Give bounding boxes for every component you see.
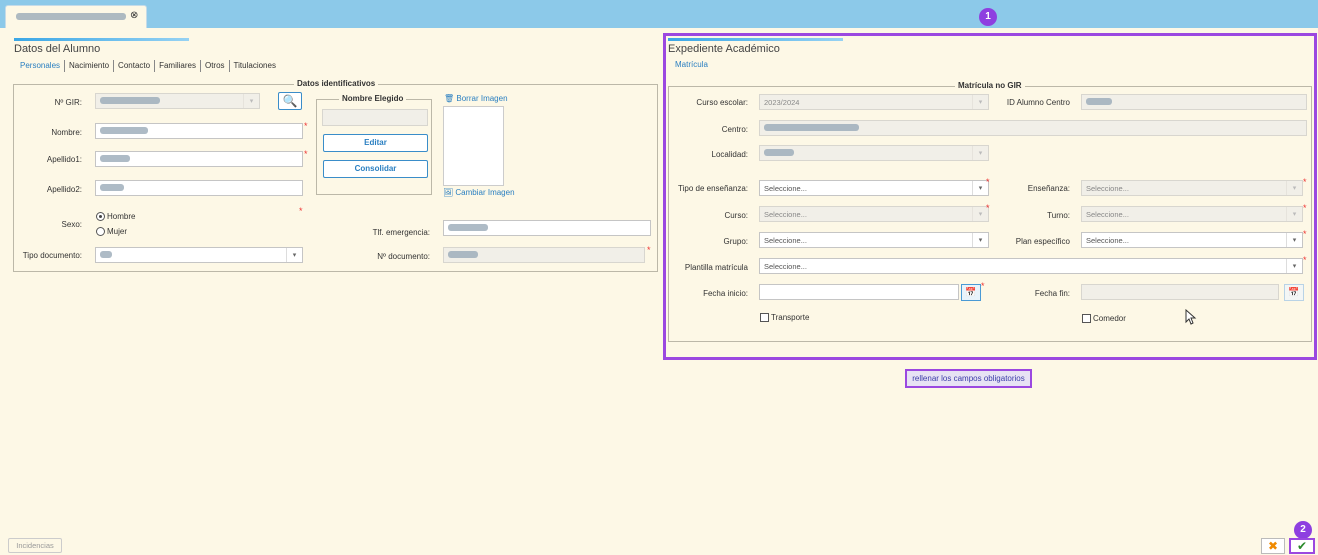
incidencias-button[interactable]: Incidencias xyxy=(8,538,62,553)
tab-matricula[interactable]: Matrícula xyxy=(675,60,708,69)
trash-icon: 🗑 xyxy=(444,94,455,103)
tab-familiares[interactable]: Familiares xyxy=(159,61,196,70)
id-alumno-label: ID Alumno Centro xyxy=(1006,98,1070,107)
tab-nacimiento[interactable]: Nacimiento xyxy=(69,61,109,70)
curso-select[interactable]: Seleccione... ▾ xyxy=(759,206,989,222)
left-tabs: Personales Nacimiento Contacto Familiares Ot… xyxy=(20,60,276,72)
left-panel-title: Datos del Alumno xyxy=(14,43,101,55)
curso-escolar-select[interactable]: 2023/2024 ▾ xyxy=(759,94,989,110)
sexo-mujer-radio[interactable]: Mujer xyxy=(96,227,127,237)
required-marker: * xyxy=(981,281,985,291)
plantilla-matricula-label: Plantilla matrícula xyxy=(684,263,748,272)
consolidar-button[interactable]: Consolidar xyxy=(323,160,428,178)
required-marker: * xyxy=(986,177,990,187)
num-documento-field[interactable] xyxy=(443,247,645,263)
apellido1-label: Apellido1: xyxy=(46,155,82,164)
step-badge-1: 1 xyxy=(979,8,997,26)
transporte-checkbox[interactable]: Transporte xyxy=(760,313,809,323)
nombre-field[interactable] xyxy=(95,123,303,139)
tipo-ensenanza-select[interactable]: Seleccione... ▾ xyxy=(759,180,989,196)
tipo-ensenanza-label: Tipo de enseñanza: xyxy=(678,184,748,193)
nombre-elegido-field[interactable] xyxy=(322,109,428,126)
sexo-hombre-radio[interactable]: Hombre xyxy=(96,212,135,222)
required-marker: * xyxy=(304,121,308,131)
centro-label: Centro: xyxy=(721,125,748,134)
step-badge-2: 2 xyxy=(1294,521,1312,539)
tab-titulaciones[interactable]: Titulaciones xyxy=(234,61,276,70)
mouse-cursor-icon xyxy=(1185,308,1197,327)
gir-label: Nº GIR: xyxy=(54,98,82,107)
required-marker: * xyxy=(1303,177,1307,187)
required-marker: * xyxy=(299,206,303,216)
check-icon: ✔ xyxy=(1296,539,1308,553)
turno-select[interactable]: Seleccione... ▾ xyxy=(1081,206,1303,222)
fecha-inicio-label: Fecha inicio: xyxy=(703,289,748,298)
tlf-emergencia-label: Tlf. emergencia: xyxy=(372,228,430,237)
localidad-select[interactable]: ▾ xyxy=(759,145,989,161)
fecha-inicio-field[interactable] xyxy=(759,284,959,300)
required-marker: * xyxy=(1303,229,1307,239)
tab-personales[interactable]: Personales xyxy=(20,61,60,70)
gir-select[interactable]: ▾ xyxy=(95,93,260,109)
cancel-button[interactable]: ✖ xyxy=(1261,538,1285,554)
comedor-checkbox[interactable]: Comedor xyxy=(1082,314,1126,324)
editar-button[interactable]: Editar xyxy=(323,134,428,152)
tlf-emergencia-field[interactable] xyxy=(443,220,651,236)
tab-contacto[interactable]: Contacto xyxy=(118,61,150,70)
tipo-documento-label: Tipo documento: xyxy=(22,251,82,260)
ensenanza-label: Enseñanza: xyxy=(1027,184,1070,193)
student-tab[interactable]: ⊗ xyxy=(5,5,147,28)
curso-escolar-label: Curso escolar: xyxy=(696,98,748,107)
right-panel-accent xyxy=(668,38,843,41)
calendar-icon[interactable]: 📅 xyxy=(961,284,981,301)
localidad-label: Localidad: xyxy=(711,150,748,159)
turno-label: Turno: xyxy=(1047,211,1070,220)
plantilla-matricula-select[interactable]: Seleccione... ▾ xyxy=(759,258,1303,274)
apellido2-label: Apellido2: xyxy=(46,185,82,194)
ensenanza-select[interactable]: Seleccione... ▾ xyxy=(1081,180,1303,196)
fecha-fin-field[interactable] xyxy=(1081,284,1279,300)
num-documento-label: Nº documento: xyxy=(377,252,430,261)
id-alumno-field[interactable] xyxy=(1081,94,1307,110)
centro-field[interactable] xyxy=(759,120,1307,136)
required-marker: * xyxy=(1303,203,1307,213)
right-panel-title: Expediente Académico xyxy=(668,43,780,55)
apellido2-field[interactable] xyxy=(95,180,303,196)
sexo-label: Sexo: xyxy=(61,220,82,229)
close-icon: ✖ xyxy=(1267,539,1279,553)
datos-identificativos-legend: Datos identificativos xyxy=(294,79,379,88)
borrar-imagen-link[interactable]: 🗑 Borrar Imagen xyxy=(444,94,508,103)
cambiar-imagen-link[interactable]: 🖼 Cambiar Imagen xyxy=(443,188,515,197)
search-icon[interactable]: 🔍 xyxy=(278,92,302,110)
required-marker: * xyxy=(647,245,651,255)
left-panel-accent xyxy=(14,38,189,41)
apellido1-field[interactable] xyxy=(95,151,303,167)
plan-especifico-label: Plan específico xyxy=(1015,237,1070,246)
fecha-fin-label: Fecha fin: xyxy=(1034,289,1070,298)
nombre-elegido-legend: Nombre Elegido xyxy=(339,94,407,103)
top-tab-bar xyxy=(0,0,1318,28)
calendar-icon[interactable]: 📅 xyxy=(1284,284,1304,301)
required-fields-tooltip: rellenar los campos obligatorios xyxy=(905,369,1032,388)
close-icon[interactable]: ⊗ xyxy=(130,10,138,21)
photo-placeholder xyxy=(443,106,504,186)
required-marker: * xyxy=(304,149,308,159)
matricula-legend: Matrícula no GIR xyxy=(955,81,1025,90)
grupo-select[interactable]: Seleccione... ▾ xyxy=(759,232,989,248)
grupo-label: Grupo: xyxy=(723,237,748,246)
nombre-label: Nombre: xyxy=(51,128,82,137)
plan-especifico-select[interactable]: Seleccione... ▾ xyxy=(1081,232,1303,248)
save-button[interactable]: ✔ xyxy=(1289,538,1315,554)
curso-label: Curso: xyxy=(724,211,748,220)
required-marker: * xyxy=(986,203,990,213)
tipo-documento-select[interactable]: ▾ xyxy=(95,247,303,263)
tab-otros[interactable]: Otros xyxy=(205,61,225,70)
image-icon: 🖼 xyxy=(443,188,454,197)
redacted-student-name xyxy=(16,13,126,20)
required-marker: * xyxy=(1303,255,1307,265)
